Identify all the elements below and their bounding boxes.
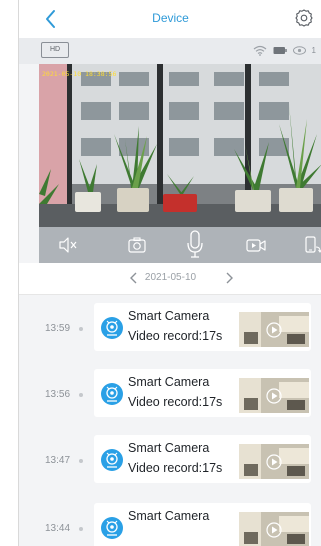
event-subtitle: Video record:17s [128, 395, 223, 409]
camera-icon [101, 383, 123, 405]
phone-rotate-icon [305, 236, 321, 253]
camera-icon [101, 317, 123, 339]
timeline-dot [79, 459, 83, 463]
talk-button[interactable] [184, 229, 206, 259]
chevron-right-icon [226, 272, 233, 284]
fullscreen-button[interactable] [298, 205, 312, 219]
viewer-count: 1 [311, 45, 316, 55]
event-subtitle: Video record:17s [128, 329, 223, 343]
camera-icon [101, 517, 123, 539]
page-title: Device [152, 11, 189, 25]
event-time: 13:56 [45, 389, 71, 400]
event-title: Smart Camera [128, 441, 210, 455]
event-card[interactable]: Smart Camera Video record:17s [94, 435, 311, 483]
event-time: 13:47 [45, 455, 71, 466]
microphone-icon [187, 230, 203, 258]
status-icons: 1 [253, 43, 316, 57]
event-title: Smart Camera [128, 509, 210, 523]
video-thumbnail[interactable] [239, 512, 309, 546]
video-thumbnail[interactable] [239, 444, 309, 479]
thumbnail-image [239, 378, 309, 413]
event-card[interactable]: Smart Camera Video record:17s [94, 369, 311, 417]
event-card[interactable]: Smart Camera Video record:17s [94, 303, 311, 351]
snapshot-icon [128, 237, 146, 253]
mute-button[interactable] [57, 235, 79, 255]
camera-icon [101, 449, 123, 471]
list-item: 13:47 Smart Camera Video record:17s [19, 427, 321, 483]
event-time: 13:44 [45, 523, 71, 534]
camera-feed-image [39, 64, 321, 227]
selected-date[interactable]: 2021-05-10 [19, 272, 321, 283]
video-status-bar: HD 1 [19, 38, 321, 64]
gear-icon [295, 9, 313, 27]
live-video[interactable]: 2021-05-10 18:38:56 [39, 64, 321, 227]
timeline-dot [79, 393, 83, 397]
fullscreen-icon [298, 205, 321, 227]
app-frame: Device HD 1 2021-05-10 18:38:56 2021-05-… [18, 0, 321, 546]
event-card[interactable]: Smart Camera [94, 503, 311, 546]
video-timestamp: 2021-05-10 18:38:56 [42, 70, 117, 78]
settings-button[interactable] [294, 8, 314, 28]
timeline-dot [79, 527, 83, 531]
wifi-icon [253, 45, 266, 56]
video-controls [39, 227, 321, 263]
record-button[interactable] [245, 235, 267, 255]
video-thumbnail[interactable] [239, 312, 309, 347]
list-item: 13:44 Smart Camera [19, 495, 321, 546]
thumbnail-image [239, 512, 309, 546]
list-item: 13:56 Smart Camera Video record:17s [19, 361, 321, 417]
rotate-screen-button[interactable] [301, 235, 321, 255]
next-day-button[interactable] [222, 270, 236, 286]
thumbnail-image [239, 444, 309, 479]
snapshot-button[interactable] [126, 235, 148, 255]
date-navigator: 2021-05-10 [19, 263, 321, 295]
event-timeline[interactable]: 13:59 Smart Camera Video record:17s 13:5… [19, 295, 321, 546]
mute-icon [59, 237, 77, 253]
header: Device [19, 0, 321, 38]
eye-icon [292, 45, 306, 55]
event-title: Smart Camera [128, 309, 210, 323]
hd-toggle[interactable]: HD [41, 42, 69, 58]
event-title: Smart Camera [128, 375, 210, 389]
event-subtitle: Video record:17s [128, 461, 223, 475]
video-thumbnail[interactable] [239, 378, 309, 413]
event-time: 13:59 [45, 323, 71, 334]
timeline-dot [79, 327, 83, 331]
thumbnail-image [239, 312, 309, 347]
list-item: 13:59 Smart Camera Video record:17s [19, 295, 321, 351]
battery-icon [273, 46, 287, 54]
record-icon [246, 239, 266, 252]
